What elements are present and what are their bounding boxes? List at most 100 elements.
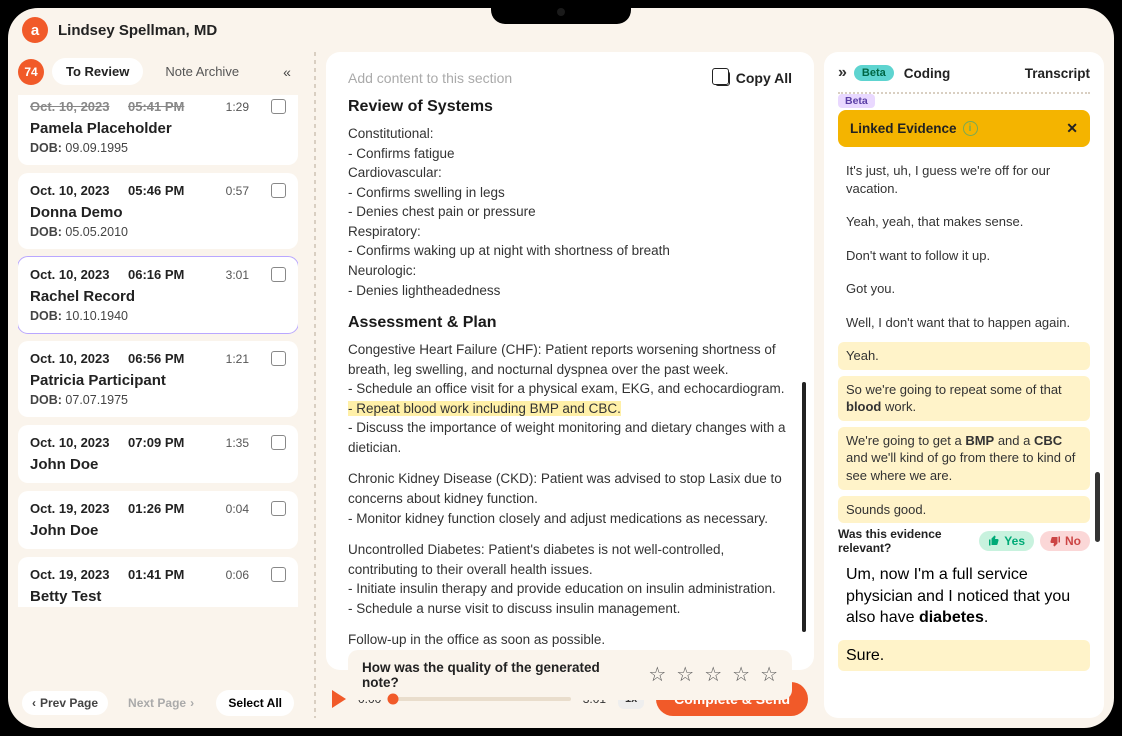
transcript-line: Yeah.	[838, 342, 1090, 370]
transcript-line: It's just, uh, I guess we're off for our…	[838, 157, 1090, 202]
encounter-card[interactable]: Oct. 10, 202306:16 PM3:01Rachel RecordDO…	[18, 257, 298, 333]
patient-name: Rachel Record	[30, 288, 286, 305]
seek-thumb[interactable]	[388, 694, 399, 705]
patient-name: John Doe	[30, 522, 286, 539]
highlighted-plan-line: - Repeat blood work including BMP and CB…	[348, 401, 621, 416]
patient-dob: DOB: 07.07.1975	[30, 393, 286, 407]
rating-question: How was the quality of the generated not…	[362, 660, 638, 690]
feedback-question: Was this evidence relevant?	[838, 527, 973, 555]
transcript-scrollbar[interactable]	[1095, 472, 1100, 542]
dotted-divider	[838, 92, 1090, 94]
encounter-checkbox[interactable]	[271, 501, 286, 516]
feedback-yes-button[interactable]: Yes	[979, 531, 1034, 551]
transcript-line: Sure.	[838, 640, 1090, 672]
star-icon[interactable]: ☆	[704, 662, 722, 687]
ros-heading: Review of Systems	[348, 98, 792, 116]
evidence-feedback: Was this evidence relevant? Yes No	[838, 527, 1090, 555]
left-panel: 74 To Review Note Archive « Oct. 10, 202…	[18, 52, 298, 718]
transcript-line: Don't want to follow it up.	[838, 242, 1090, 270]
encounter-date: Oct. 19, 2023	[30, 501, 114, 516]
copy-all-button[interactable]: Copy All	[715, 70, 792, 86]
star-icon[interactable]: ☆	[732, 662, 750, 687]
thumbs-down-icon	[1049, 535, 1061, 547]
encounter-checkbox[interactable]	[271, 99, 286, 114]
app-logo: a	[22, 17, 48, 43]
tab-coding[interactable]: Coding	[904, 66, 951, 81]
encounter-checkbox[interactable]	[271, 267, 286, 282]
device-notch	[491, 0, 631, 24]
note-card: Add content to this section Copy All Rev…	[326, 52, 814, 670]
encounter-time: 06:56 PM	[128, 351, 190, 366]
encounter-duration: 0:06	[226, 568, 249, 582]
star-icon[interactable]: ☆	[676, 662, 694, 687]
encounter-date: Oct. 19, 2023	[30, 567, 114, 582]
encounter-card[interactable]: Oct. 19, 2023 01:41 PM 0:06 Betty Test	[18, 557, 298, 607]
note-scrollbar[interactable]	[802, 382, 806, 632]
encounter-checkbox[interactable]	[271, 351, 286, 366]
encounter-checkbox[interactable]	[271, 183, 286, 198]
copy-icon	[715, 71, 730, 86]
rating-stars[interactable]: ☆ ☆ ☆ ☆ ☆	[648, 662, 778, 687]
user-name: Lindsey Spellman, MD	[58, 22, 217, 39]
encounter-date: Oct. 10, 2023	[30, 435, 114, 450]
patient-name: Betty Test	[30, 588, 286, 605]
right-panel: » Beta Coding Transcript Beta Linked Evi…	[824, 52, 1104, 718]
encounter-card[interactable]: Oct. 10, 202305:41 PM1:29Pamela Placehol…	[18, 95, 298, 165]
review-count-badge: 74	[18, 59, 44, 85]
encounter-checkbox[interactable]	[271, 567, 286, 582]
encounter-card[interactable]: Oct. 10, 202307:09 PM1:35John Doe	[18, 425, 298, 483]
patient-dob: DOB: 10.10.1940	[30, 309, 286, 323]
transcript-line: Um, now I'm a full service physician and…	[838, 559, 1090, 634]
encounter-time: 05:46 PM	[128, 183, 190, 198]
close-icon[interactable]: ✕	[1066, 120, 1078, 137]
tab-transcript[interactable]: Transcript	[1025, 66, 1090, 81]
encounter-date: Oct. 10, 2023	[30, 183, 114, 198]
beta-badge: Beta	[854, 65, 894, 81]
ap-body: Congestive Heart Failure (CHF): Patient …	[348, 340, 792, 650]
thumbs-up-icon	[988, 535, 1000, 547]
patient-name: Pamela Placeholder	[30, 120, 286, 137]
patient-dob: DOB: 09.09.1995	[30, 141, 286, 155]
linked-evidence-banner: Linked Evidence i ✕	[838, 110, 1090, 147]
encounter-time: 01:26 PM	[128, 501, 190, 516]
linked-evidence-title: Linked Evidence	[850, 121, 957, 136]
patient-name: John Doe	[30, 456, 286, 473]
encounter-time: 01:41 PM	[128, 567, 190, 582]
seek-track[interactable]	[393, 697, 570, 701]
transcript-line: We're going to get a BMP and a CBC and w…	[838, 427, 1090, 490]
tab-note-archive[interactable]: Note Archive	[151, 58, 253, 85]
patient-dob: DOB: 05.05.2010	[30, 225, 286, 239]
patient-name: Donna Demo	[30, 204, 286, 221]
star-icon[interactable]: ☆	[760, 662, 778, 687]
encounter-checkbox[interactable]	[271, 435, 286, 450]
next-page-button[interactable]: Next Page›	[118, 691, 204, 715]
encounter-duration: 0:04	[226, 502, 249, 516]
encounter-card[interactable]: Oct. 19, 2023 01:26 PM 0:04 John Doe	[18, 491, 298, 549]
vertical-divider	[314, 52, 316, 718]
encounter-time: 05:41 PM	[128, 99, 190, 114]
play-button-icon[interactable]	[332, 690, 346, 708]
encounter-duration: 0:57	[226, 184, 249, 198]
collapse-left-icon[interactable]: «	[276, 61, 298, 83]
ap-heading: Assessment & Plan	[348, 314, 792, 332]
encounter-duration: 1:21	[226, 352, 249, 366]
expand-right-icon[interactable]: »	[838, 64, 844, 82]
encounter-duration: 3:01	[226, 268, 249, 282]
beta-badge-small: Beta	[838, 94, 875, 108]
rating-bar: How was the quality of the generated not…	[348, 650, 792, 700]
feedback-no-button[interactable]: No	[1040, 531, 1090, 551]
select-all-button[interactable]: Select All	[216, 690, 294, 716]
tab-to-review[interactable]: To Review	[52, 58, 143, 85]
encounter-duration: 1:29	[226, 100, 249, 114]
transcript-line: Well, I don't want that to happen again.	[838, 309, 1090, 337]
encounter-card[interactable]: Oct. 10, 202306:56 PM1:21Patricia Partic…	[18, 341, 298, 417]
encounter-card[interactable]: Oct. 10, 2023 05:46 PM 0:57 Donna Demo DOB: …	[18, 173, 298, 249]
encounter-duration: 1:35	[226, 436, 249, 450]
middle-panel: Add content to this section Copy All Rev…	[326, 52, 814, 718]
star-icon[interactable]: ☆	[648, 662, 666, 687]
add-content-placeholder[interactable]: Add content to this section	[348, 70, 512, 86]
transcript-list: It's just, uh, I guess we're off for our…	[838, 157, 1090, 523]
patient-name: Patricia Participant	[30, 372, 286, 389]
info-icon[interactable]: i	[963, 121, 978, 136]
prev-page-button[interactable]: ‹Prev Page	[22, 691, 108, 715]
